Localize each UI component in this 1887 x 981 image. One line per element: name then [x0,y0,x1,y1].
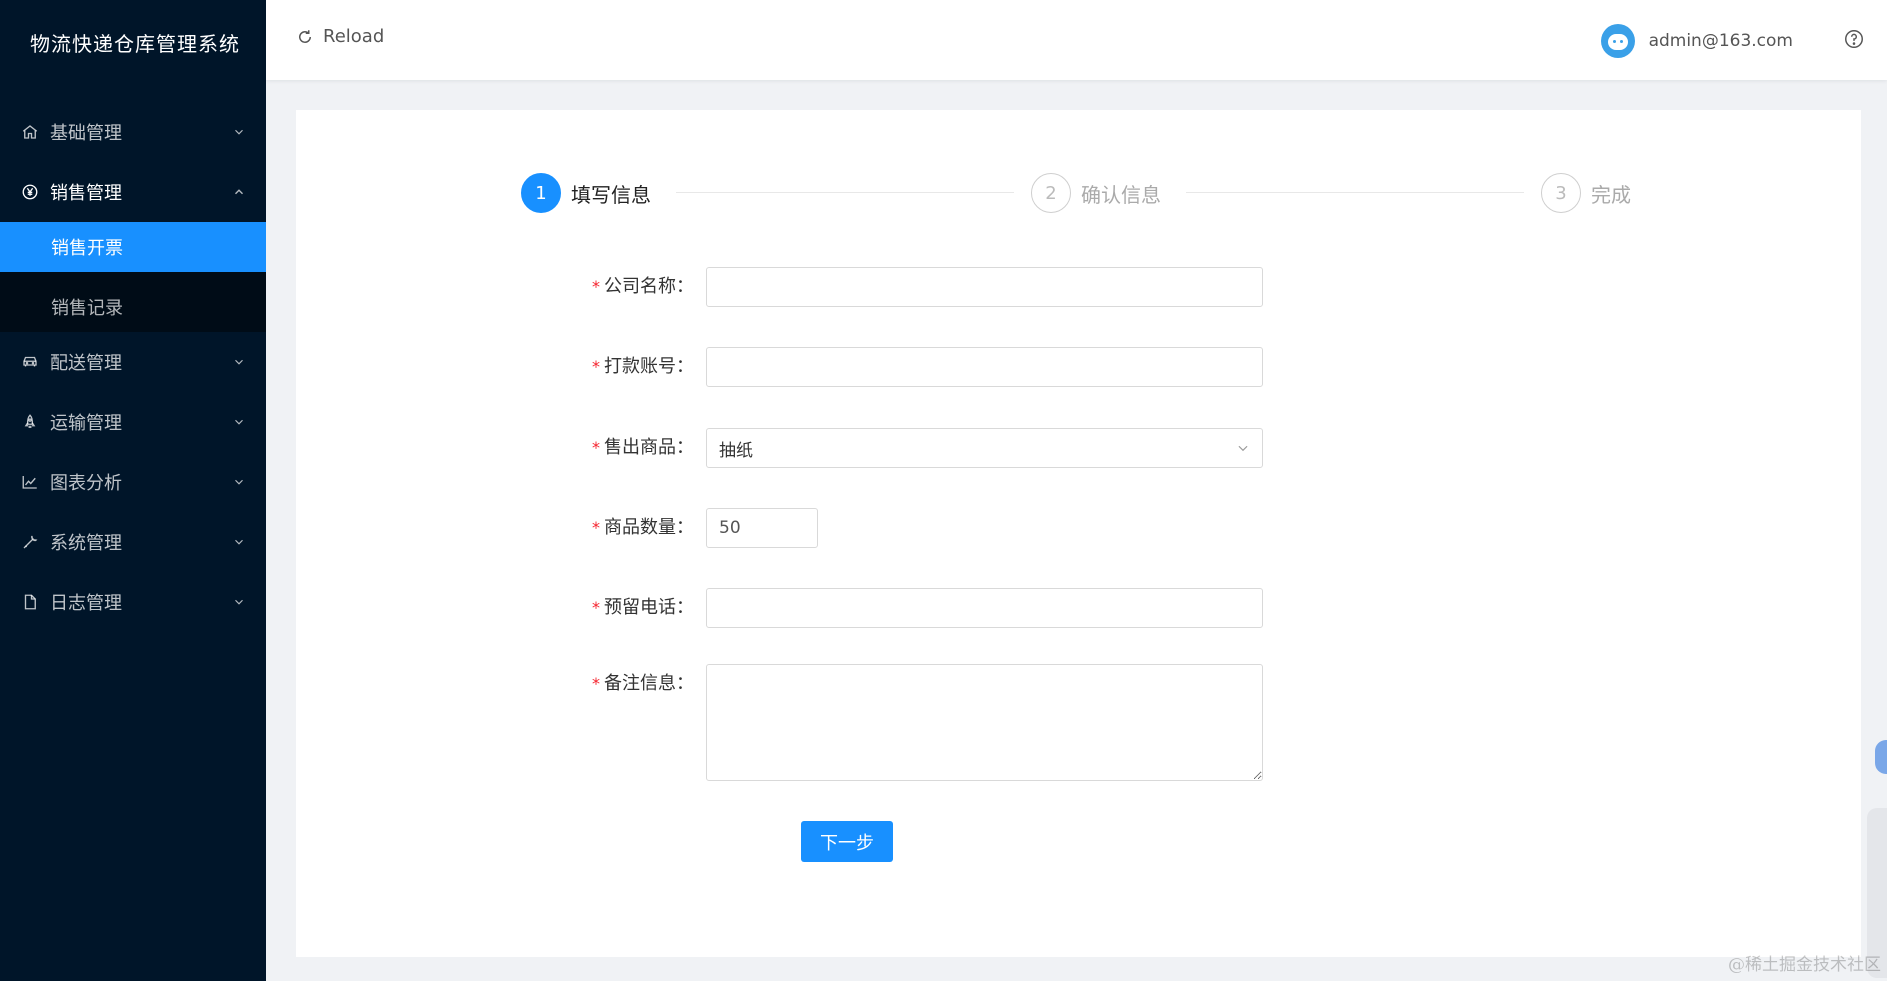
chevron-down-icon [1238,445,1248,452]
step-connector [676,192,1014,193]
form-row-product: * 售出商品： 抽纸 [296,428,1263,468]
chevron-down-icon [235,539,243,545]
chevron-up-icon [235,189,243,195]
sidebar-item-sales[interactable]: 销售管理 [0,162,266,222]
account-label: * 打款账号： [592,356,694,377]
watermark: @稀土掘金技术社区 [1728,955,1881,975]
sidebar-item-sales-records[interactable]: 销售记录 [0,282,266,332]
step-number: 2 [1031,173,1071,213]
step-3: 3 完成 [1541,173,1631,213]
sales-submenu: 销售开票 销售记录 [0,222,266,332]
yen-circle-icon [20,182,40,202]
sidebar-item-transport[interactable]: 运输管理 [0,392,266,452]
step-number: 1 [521,173,561,213]
rocket-icon [20,412,40,432]
question-circle-icon[interactable] [1843,28,1865,50]
next-step-button[interactable]: 下一步 [801,821,893,862]
phone-label: * 预留电话： [592,597,694,618]
sidebar: 物流快递仓库管理系统 基础管理 销售管理 销售开票 销售记录 配送管理 运输管理… [0,0,266,981]
step-title: 完成 [1591,182,1631,207]
chevron-down-icon [235,419,243,425]
line-chart-icon [20,472,40,492]
company-label: * 公司名称： [592,276,694,297]
steps: 1 填写信息 2 确认信息 3 完成 [521,173,1636,213]
step-1: 1 填写信息 [521,173,651,213]
reload-button[interactable]: Reload [296,26,384,47]
app-root: 物流快递仓库管理系统 基础管理 销售管理 销售开票 销售记录 配送管理 运输管理… [0,0,1887,981]
company-name-input[interactable] [706,267,1263,307]
top-header: Reload admin@163.com [266,0,1887,80]
sidebar-item-basic[interactable]: 基础管理 [0,102,266,162]
sidebar-item-label: 配送管理 [50,353,122,374]
chevron-down-icon [235,479,243,485]
chevron-down-icon [235,359,243,365]
quantity-input[interactable] [706,508,818,548]
sidebar-item-charts[interactable]: 图表分析 [0,452,266,512]
remark-textarea[interactable] [706,664,1263,781]
sidebar-item-sales-invoice[interactable]: 销售开票 [0,222,266,272]
step-2: 2 确认信息 [1031,173,1161,213]
form-row-quantity: * 商品数量： [296,508,818,548]
remark-label: * 备注信息： [592,673,694,694]
step-number: 3 [1541,173,1581,213]
sidebar-item-system[interactable]: 系统管理 [0,512,266,572]
account-number-input[interactable] [706,347,1263,387]
sidebar-item-label: 销售管理 [50,183,122,204]
user-email: admin@163.com [1648,31,1793,51]
chevron-down-icon [235,599,243,605]
floating-button[interactable] [1875,740,1887,774]
user-menu[interactable]: admin@163.com [1600,24,1793,58]
sidebar-item-label: 基础管理 [50,123,122,144]
reload-label: Reload [323,26,385,47]
phone-input[interactable] [706,588,1263,628]
avatar [1600,24,1635,58]
wrench-icon [20,532,40,552]
step-connector [1186,192,1524,193]
home-icon [20,122,40,142]
product-select-value: 抽纸 [719,440,753,461]
form-row-remark: * 备注信息： [296,664,1263,781]
chevron-down-icon [235,129,243,135]
sidebar-menu: 基础管理 销售管理 销售开票 销售记录 配送管理 运输管理 图表分析 系统管理 … [0,102,266,632]
content-card: 1 填写信息 2 确认信息 3 完成 * 公司名称： * 打款账号： * 售出商… [296,110,1861,957]
step-title: 确认信息 [1081,182,1161,207]
sidebar-item-label: 图表分析 [50,473,122,494]
sidebar-item-delivery[interactable]: 配送管理 [0,332,266,392]
product-select[interactable]: 抽纸 [706,428,1263,468]
product-label: * 售出商品： [592,437,694,458]
sidebar-item-logs[interactable]: 日志管理 [0,572,266,632]
sidebar-item-label: 系统管理 [50,533,122,554]
form-row-account: * 打款账号： [296,347,1263,387]
sidebar-item-label: 日志管理 [50,593,122,614]
form-row-company: * 公司名称： [296,267,1263,307]
file-icon [20,592,40,612]
sidebar-item-label: 运输管理 [50,413,122,434]
quantity-label: * 商品数量： [592,517,694,538]
reload-icon [299,29,311,43]
form-row-phone: * 预留电话： [296,588,1263,628]
step-title: 填写信息 [571,182,651,207]
car-icon [20,352,40,372]
app-title: 物流快递仓库管理系统 [30,32,240,56]
